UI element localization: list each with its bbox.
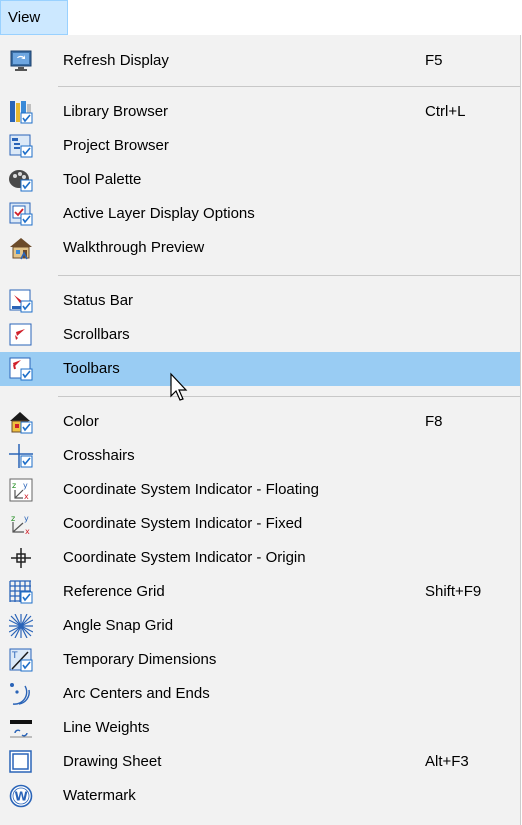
color-icon [10,412,33,434]
menu-separator [58,275,520,276]
menu-item-label: Active Layer Display Options [63,205,255,222]
menu-item-label: Arc Centers and Ends [63,685,210,702]
menu-item-shortcut: Shift+F9 [425,583,482,600]
menu-item-label: Reference Grid [63,583,165,600]
menu-item-reference-grid[interactable]: Reference Grid Shift+F9 [0,575,520,609]
menu-item-label: Watermark [63,787,136,804]
menu-item-coordinate-fixed[interactable]: z y x Coordinate System Indicator - Fixe… [0,507,520,541]
menu-item-label: Drawing Sheet [63,753,162,770]
menu-item-label: Toolbars [63,360,120,377]
menu-item-project-browser[interactable]: Project Browser [0,129,520,163]
svg-text:z: z [11,514,15,523]
coord-origin-icon [11,548,31,568]
reference-grid-icon [9,580,33,604]
angle-snap-icon [9,614,33,638]
menu-item-label: Coordinate System Indicator - Floating [63,481,319,498]
crosshairs-icon [9,444,33,468]
menu-item-coordinate-origin[interactable]: Coordinate System Indicator - Origin [0,541,520,575]
menu-item-tool-palette[interactable]: Tool Palette [0,163,520,197]
svg-text:x: x [24,492,29,501]
status-bar-icon [9,289,33,313]
menu-item-coordinate-floating[interactable]: z y x Coordinate System Indicator - Floa… [0,473,520,507]
mouse-cursor-icon [170,372,188,401]
menu-item-label: Temporary Dimensions [63,651,217,668]
toolbars-icon [9,357,33,381]
svg-text:y: y [24,514,29,523]
menu-item-temporary-dimensions[interactable]: T Temporary Dimensions [0,643,520,677]
menu-item-label: Status Bar [63,292,134,309]
menu-item-label: Refresh Display [63,52,169,69]
menu-item-angle-snap-grid[interactable]: Angle Snap Grid [0,609,520,643]
menu-item-label: Scrollbars [63,326,130,343]
menu-item-active-layer-display-options[interactable]: Active Layer Display Options [0,197,520,231]
view-menu[interactable]: View [0,0,68,35]
menu-separator [58,86,520,87]
scrollbars-icon [9,323,32,346]
menu-item-label: Coordinate System Indicator - Origin [63,549,306,566]
menu-item-watermark[interactable]: W Watermark [0,779,520,813]
menu-item-crosshairs[interactable]: Crosshairs [0,439,520,473]
menu-item-library-browser[interactable]: Library Browser Ctrl+L [0,95,520,129]
menu-item-label: Library Browser [63,103,169,120]
menu-item-line-weights[interactable]: Line Weights [0,711,520,745]
svg-text:x: x [25,527,30,536]
svg-text:z: z [12,481,16,490]
tool-palette-icon [9,170,33,192]
coord-floating-icon: z y x [9,478,33,502]
temp-dimensions-icon: T [9,648,33,672]
svg-text:W: W [15,790,28,804]
menu-item-toolbars[interactable]: Toolbars [0,352,520,386]
menu-item-color[interactable]: Color F8 [0,405,520,439]
menu-item-label: Walkthrough Preview [63,239,205,256]
layer-display-icon [9,202,33,226]
menu-item-arc-centers[interactable]: Arc Centers and Ends [0,677,520,711]
menu-item-label: Angle Snap Grid [63,617,174,634]
menu-separator [58,396,520,397]
menu-item-scrollbars[interactable]: Scrollbars [0,318,520,352]
menu-item-label: Tool Palette [63,171,142,188]
menu-item-shortcut: F8 [425,413,443,430]
walkthrough-icon [10,238,32,260]
menu-item-label: Line Weights [63,719,150,736]
menu-item-refresh-display[interactable]: Refresh Display F5 [0,44,520,78]
view-dropdown: Refresh Display F5 Library Browser Ctrl+… [0,35,521,825]
menu-item-label: Coordinate System Indicator - Fixed [63,515,303,532]
watermark-icon: W [9,784,33,808]
menu-item-label: Project Browser [63,137,169,154]
menu-item-drawing-sheet[interactable]: Drawing Sheet Alt+F3 [0,745,520,779]
menu-item-status-bar[interactable]: Status Bar [0,284,520,318]
refresh-display-icon [10,50,32,71]
project-browser-icon [9,134,33,158]
menu-item-shortcut: Alt+F3 [425,753,469,770]
drawing-sheet-icon [9,750,32,773]
coord-fixed-icon: z y x [11,514,30,536]
menu-bar: View [0,0,522,35]
svg-text:y: y [23,481,28,490]
menu-item-walkthrough-preview[interactable]: Walkthrough Preview [0,231,520,265]
svg-text:T: T [11,651,18,661]
menu-item-shortcut: F5 [425,52,443,69]
line-weights-icon [10,720,32,738]
menu-item-shortcut: Ctrl+L [425,103,466,120]
menu-item-label: Crosshairs [63,447,135,464]
arc-centers-icon [10,683,30,705]
library-browser-icon [10,101,33,124]
menu-item-label: Color [63,413,99,430]
